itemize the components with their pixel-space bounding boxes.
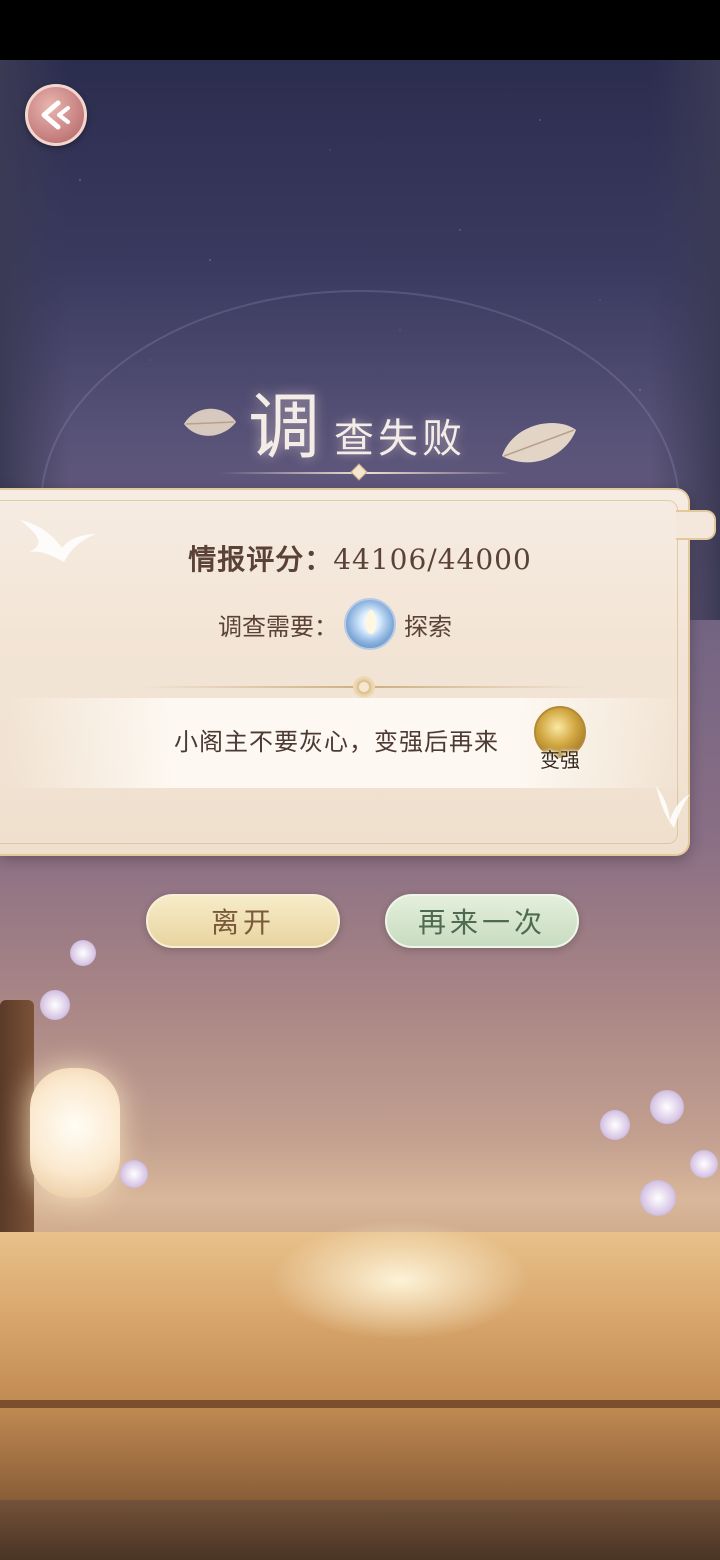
- back-button[interactable]: [25, 84, 87, 146]
- strengthen-button[interactable]: 变强: [530, 706, 590, 772]
- flower-ornament-icon: [353, 676, 375, 698]
- title-first-char: 调: [248, 385, 321, 469]
- blossom-icon: [690, 1150, 718, 1178]
- encouragement-tip: 小阁主不要灰心，变强后再来: [174, 728, 499, 756]
- title-ornament: [350, 463, 368, 481]
- result-panel: 情报评分：44106/44000 调查需要： 探索 小阁主不要灰心，变强后再来 …: [0, 488, 716, 856]
- intel-score-value: 44106/44000: [333, 543, 532, 576]
- blossom-icon: [640, 1180, 676, 1216]
- blossom-icon: [70, 940, 96, 966]
- panel-scroll-end: [676, 510, 716, 540]
- investigation-requirement: 调查需要： 探索: [218, 598, 452, 650]
- blossom-icon: [650, 1090, 684, 1124]
- falling-leaf-icon: [502, 422, 576, 463]
- blossom-icon: [120, 1160, 148, 1188]
- blossom-icon: [600, 1110, 630, 1140]
- lantern-stand: [0, 1000, 34, 1250]
- requirement-label: 调查需要：: [218, 612, 338, 641]
- intel-score-label: 情报评分：: [188, 543, 334, 576]
- stage-light: [270, 1220, 530, 1340]
- lantern-icon: [30, 1068, 120, 1198]
- status-bar: [0, 0, 720, 60]
- strengthen-label: 变强: [540, 748, 580, 772]
- title-text: 查失败: [334, 416, 466, 462]
- falling-leaf-icon: [184, 408, 236, 436]
- retry-button[interactable]: 再来一次: [385, 894, 579, 948]
- blossom-icon: [40, 990, 70, 1020]
- result-title: 调 查失败: [0, 360, 720, 490]
- stage-edge: [0, 1400, 720, 1408]
- intel-score: 情报评分：44106/44000: [0, 538, 720, 578]
- back-arrow-icon: [41, 100, 70, 130]
- requirement-value: 探索: [404, 612, 452, 641]
- exploration-icon: [344, 598, 396, 650]
- leave-button[interactable]: 离开: [146, 894, 340, 948]
